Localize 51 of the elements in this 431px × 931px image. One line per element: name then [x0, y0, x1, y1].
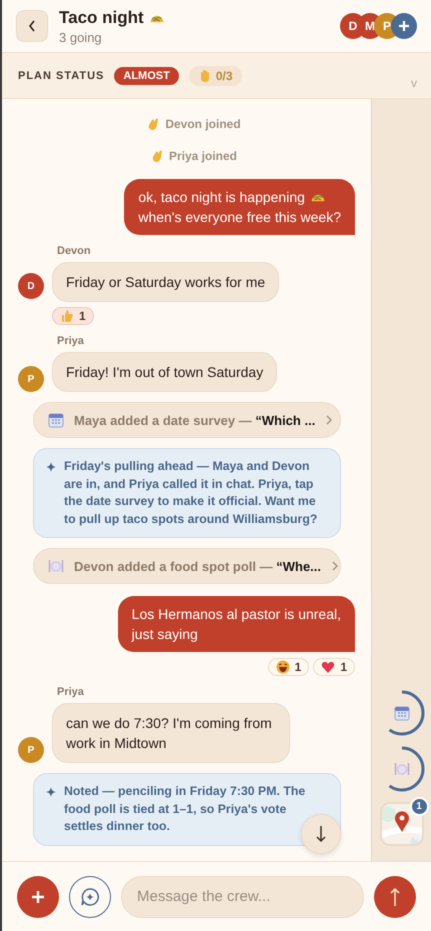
- assistant-message: Noted — penciling in Friday 7:30 PM. The food poll is tied at 1–1, so Priya's vote settles dinner too.: [33, 773, 341, 846]
- avatar: D: [18, 273, 44, 299]
- message-bubble: ok, taco night is happening when's everyone free this week?: [124, 179, 355, 235]
- laughing-face-icon: [276, 660, 290, 674]
- back-button[interactable]: [16, 10, 48, 42]
- arrow-up-icon: [389, 886, 401, 906]
- plus-icon: [31, 890, 45, 904]
- chevron-right-icon: [325, 415, 334, 425]
- send-button[interactable]: [374, 876, 416, 918]
- member-count: 3 going: [59, 30, 103, 44]
- avatar: P: [18, 737, 44, 763]
- poll-card[interactable]: Devon added a food spot poll — “Whe...: [33, 548, 341, 584]
- reaction-chip[interactable]: 1: [52, 307, 94, 325]
- avatar: P: [18, 366, 44, 392]
- status-badge: ALMOST: [114, 66, 179, 84]
- reaction-chip[interactable]: 1: [268, 658, 310, 676]
- waving-hand-icon: [146, 117, 160, 131]
- chevron-right-icon: [331, 561, 340, 571]
- plan-status-label: PLAN STATUS: [18, 70, 104, 82]
- arrow-down-icon: [315, 825, 327, 843]
- plate-icon: [48, 558, 64, 574]
- sender-name: Priya: [56, 686, 84, 698]
- heart-icon: [321, 660, 336, 674]
- message-bubble: Los Hermanos al pastor is unreal, just saying: [118, 596, 355, 652]
- map-button[interactable]: [380, 802, 424, 846]
- thumbs-up-icon: [60, 309, 74, 323]
- system-message: Devon joined: [165, 117, 241, 131]
- sparkle-icon: [46, 462, 56, 472]
- assistant-message: Friday's pulling ahead — Maya and Devon are in, and Priya called it in chat. Priya, tap the date survey to make it official. Want me to pull up taco spots around Williamsburg?: [33, 448, 341, 538]
- message-bubble: Friday! I'm out of town Saturday: [52, 352, 278, 392]
- notification-badge: 1: [410, 797, 428, 816]
- sender-name: Priya: [56, 335, 84, 347]
- sparkle-icon: [46, 787, 56, 797]
- message-bubble: can we do 7:30? I'm coming from work in Midtown: [52, 703, 290, 763]
- poll-card[interactable]: Maya added a date survey — “Which ...: [33, 402, 341, 438]
- calendar-icon: [394, 705, 410, 721]
- message-input[interactable]: Message the crew...: [121, 876, 364, 918]
- ready-count: 0/3: [188, 66, 242, 86]
- add-member-button[interactable]: [391, 13, 417, 39]
- plus-icon: [398, 20, 410, 32]
- chat-sparkle-icon: [80, 886, 100, 906]
- chat-title: Taco night: [59, 8, 144, 28]
- system-message: Priya joined: [168, 149, 238, 163]
- sender-name: Devon: [56, 245, 91, 257]
- add-button[interactable]: [17, 876, 59, 918]
- back-icon: [28, 20, 36, 32]
- calendar-icon: [48, 412, 64, 428]
- assistant-button[interactable]: [69, 876, 111, 918]
- plate-icon: [394, 761, 410, 777]
- reaction-chip[interactable]: 1: [313, 658, 355, 676]
- message-bubble: Friday or Saturday works for me: [52, 262, 280, 302]
